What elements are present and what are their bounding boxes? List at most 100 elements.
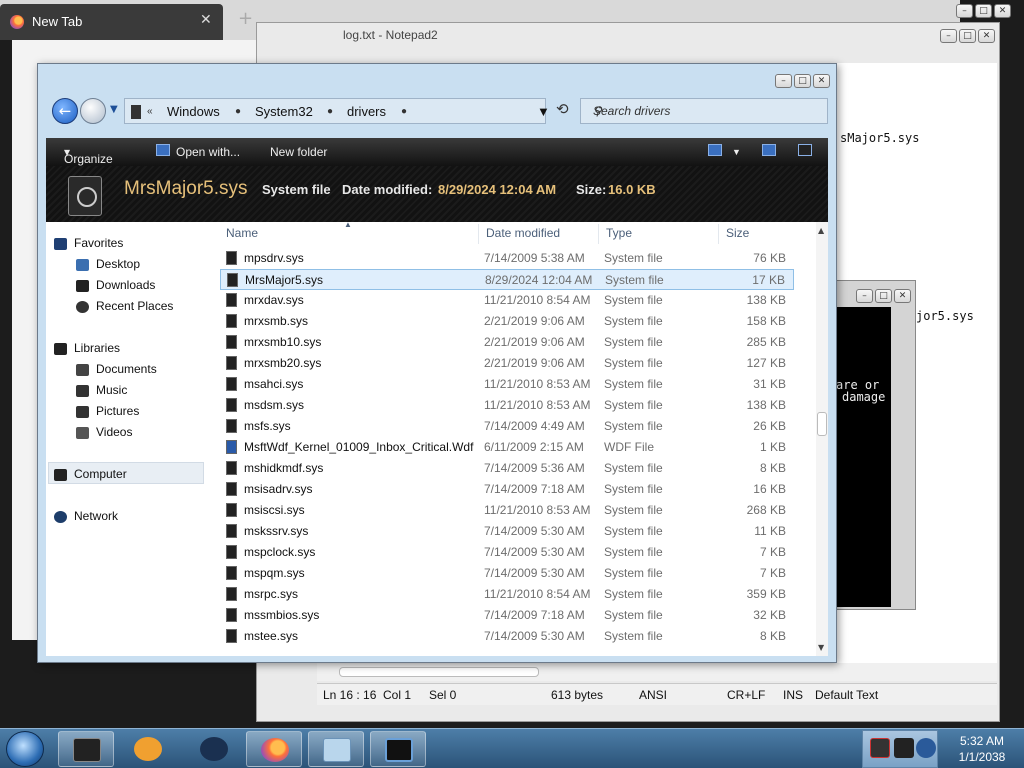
scroll-down-icon[interactable]: ▼	[818, 643, 824, 652]
status-position: Ln 16 : 16	[323, 688, 377, 702]
refresh-icon[interactable]: ⟲	[556, 100, 569, 118]
file-row[interactable]: mrxsmb20.sys 2/21/2019 9:06 AM System file…	[220, 353, 794, 374]
breadcrumb-separator[interactable]: ●	[327, 106, 333, 117]
nav-network[interactable]: Network	[54, 509, 118, 527]
column-type[interactable]: Type	[606, 226, 632, 246]
volume-icon[interactable]	[916, 738, 936, 758]
scroll-thumb[interactable]	[339, 667, 539, 677]
maximize-button[interactable]: □	[959, 29, 976, 43]
nav-documents[interactable]: Documents	[76, 362, 157, 380]
forward-button[interactable]	[80, 98, 106, 124]
file-row[interactable]: mstee.sys 7/14/2009 5:30 AM System file 8 K…	[220, 626, 794, 647]
vertical-scrollbar[interactable]: ▲ ▼	[816, 222, 828, 656]
file-row[interactable]: mrxdav.sys 11/21/2010 8:54 AM System file 1…	[220, 290, 794, 311]
column-divider[interactable]	[478, 224, 479, 244]
column-divider[interactable]	[598, 224, 599, 244]
column-size[interactable]: Size	[726, 226, 749, 246]
taskbar-console[interactable]	[370, 731, 426, 767]
file-row[interactable]: mspclock.sys 7/14/2009 5:30 AM System file…	[220, 542, 794, 563]
minimize-button[interactable]: –	[940, 29, 957, 43]
recent-pages-dropdown[interactable]: ▼	[110, 104, 118, 115]
address-dropdown-icon[interactable]: ▼	[537, 104, 550, 119]
column-name[interactable]: Name	[226, 226, 258, 246]
browser-tab[interactable]: New Tab ✕	[0, 4, 223, 40]
view-dropdown-icon[interactable]: ▼	[732, 147, 741, 157]
file-row[interactable]: mpsdrv.sys 7/14/2009 5:38 AM System file 76…	[220, 248, 794, 269]
close-tab-icon[interactable]: ✕	[200, 12, 212, 28]
file-row[interactable]: msdsm.sys 11/21/2010 8:53 AM System file 13…	[220, 395, 794, 416]
column-divider[interactable]	[718, 224, 719, 244]
tab-title: New Tab	[32, 14, 83, 29]
search-input[interactable]: Search drivers ⚲	[580, 98, 828, 124]
file-row[interactable]: mssmbios.sys 7/14/2009 7:18 AM System file…	[220, 605, 794, 626]
file-size: 158 KB	[746, 314, 786, 328]
taskbar: 5:32 AM 1/1/2038	[0, 728, 1024, 768]
breadcrumb-drivers[interactable]: drivers	[347, 104, 386, 119]
address-bar[interactable]: « Windows ● System32 ● drivers ● ▼	[124, 98, 550, 124]
breadcrumb-windows[interactable]: Windows	[167, 104, 220, 119]
file-row[interactable]: mrxsmb.sys 2/21/2019 9:06 AM System file 15…	[220, 311, 794, 332]
taskbar-app[interactable]	[186, 731, 242, 767]
file-row[interactable]: MsftWdf_Kernel_01009_Inbox_Critical.Wdf 6…	[220, 437, 794, 458]
nav-pictures[interactable]: Pictures	[76, 404, 139, 422]
taskbar-media-player[interactable]	[120, 731, 176, 767]
file-row[interactable]: msrpc.sys 11/21/2010 8:54 AM System file 35…	[220, 584, 794, 605]
close-button[interactable]: ✕	[978, 29, 995, 43]
maximize-button[interactable]: □	[794, 74, 811, 88]
file-row[interactable]: mskssrv.sys 7/14/2009 5:30 AM System file 1…	[220, 521, 794, 542]
nav-computer[interactable]: Computer	[54, 467, 127, 485]
network-tray-icon[interactable]	[894, 738, 914, 758]
nav-favorites[interactable]: Favorites	[54, 236, 123, 254]
new-tab-button[interactable]: +	[238, 8, 253, 29]
security-icon[interactable]	[870, 738, 890, 758]
breadcrumb-separator[interactable]: ●	[235, 106, 241, 117]
nav-libraries[interactable]: Libraries	[54, 341, 120, 359]
file-row[interactable]: mrxsmb10.sys 2/21/2019 9:06 AM System file…	[220, 332, 794, 353]
breadcrumb-system32[interactable]: System32	[255, 104, 313, 119]
file-row[interactable]: msisadrv.sys 7/14/2009 7:18 AM System file…	[220, 479, 794, 500]
file-row[interactable]: mshidkmdf.sys 7/14/2009 5:36 AM System fil…	[220, 458, 794, 479]
column-date-modified[interactable]: Date modified	[486, 226, 560, 246]
maximize-button[interactable]: □	[975, 4, 992, 18]
help-icon[interactable]	[798, 144, 812, 156]
minimize-button[interactable]: –	[775, 74, 792, 88]
nav-downloads[interactable]: Downloads	[76, 278, 155, 296]
clock[interactable]: 5:32 AM 1/1/2038	[942, 733, 1022, 765]
taskbar-notepad[interactable]	[308, 731, 364, 767]
taskbar-firefox[interactable]	[246, 731, 302, 767]
start-button[interactable]	[6, 731, 44, 767]
file-row[interactable]: mspqm.sys 7/14/2009 5:30 AM System file 7 K…	[220, 563, 794, 584]
file-row[interactable]: msiscsi.sys 11/21/2010 8:53 AM System file…	[220, 500, 794, 521]
file-icon	[226, 503, 237, 517]
back-button[interactable]: ←	[52, 98, 78, 124]
view-icon[interactable]	[708, 144, 722, 156]
downloads-icon	[76, 280, 89, 292]
nav-recent-places[interactable]: Recent Places	[76, 299, 173, 317]
taskbar-explorer[interactable]	[58, 731, 114, 767]
minimize-button[interactable]: –	[856, 289, 873, 303]
preview-pane-icon[interactable]	[762, 144, 776, 156]
open-with-button[interactable]: Open with...	[176, 145, 240, 159]
search-icon[interactable]: ⚲	[593, 104, 821, 118]
maximize-button[interactable]: □	[875, 289, 892, 303]
horizontal-scrollbar[interactable]	[317, 663, 997, 681]
file-row[interactable]: msfs.sys 7/14/2009 4:49 AM System file 26 K…	[220, 416, 794, 437]
file-date: 7/14/2009 5:30 AM	[484, 629, 585, 643]
file-row[interactable]: msahci.sys 11/21/2010 8:53 AM System file 3…	[220, 374, 794, 395]
close-button[interactable]: ✕	[813, 74, 830, 88]
nav-videos[interactable]: Videos	[76, 425, 132, 443]
file-size: 26 KB	[753, 419, 786, 433]
close-button[interactable]: ✕	[894, 289, 911, 303]
minimize-button[interactable]: –	[956, 4, 973, 18]
new-folder-button[interactable]: New folder	[270, 145, 327, 159]
nav-desktop[interactable]: Desktop	[76, 257, 140, 275]
organize-button[interactable]: Organize ▾	[64, 145, 113, 166]
scroll-up-icon[interactable]: ▲	[818, 226, 824, 235]
breadcrumb-overflow[interactable]: «	[147, 106, 153, 117]
breadcrumb-separator[interactable]: ●	[401, 106, 407, 117]
close-button[interactable]: ✕	[994, 4, 1011, 18]
nav-music[interactable]: Music	[76, 383, 127, 401]
media-player-icon	[134, 737, 162, 761]
file-row[interactable]: MrsMajor5.sys 8/29/2024 12:04 AM System fi…	[220, 269, 794, 290]
scroll-thumb[interactable]	[817, 412, 827, 436]
